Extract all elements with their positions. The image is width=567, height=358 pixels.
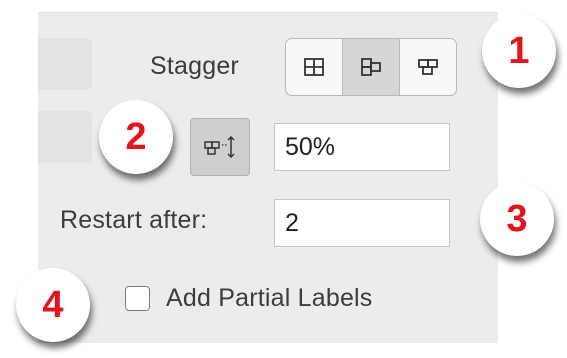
grid-stagger-row-icon [361,58,381,76]
grid-aligned-icon [304,58,324,76]
stagger-segmented-control[interactable] [285,38,457,96]
callout-badge-4: 4 [16,268,90,342]
add-partial-labels-checkbox[interactable] [125,286,150,311]
grid-stagger-column-icon [418,59,438,75]
stagger-label: Stagger [150,52,239,80]
stagger-offset-field[interactable]: 50% [274,123,450,171]
stagger-option-columns[interactable] [400,39,456,95]
restart-after-label: Restart after: [60,206,208,234]
restart-after-field[interactable]: 2 [274,199,450,247]
stagger-offset-button[interactable] [190,118,250,176]
truncated-control-top [38,38,92,90]
stagger-option-aligned[interactable] [286,39,343,95]
add-partial-labels-label[interactable]: Add Partial Labels [166,284,373,313]
stagger-option-rows[interactable] [343,39,400,95]
callout-badge-1: 1 [482,14,556,88]
callout-badge-3: 3 [480,182,554,256]
truncated-control-middle [38,111,92,163]
callout-badge-2: 2 [99,100,173,174]
stagger-offset-icon [204,135,235,159]
